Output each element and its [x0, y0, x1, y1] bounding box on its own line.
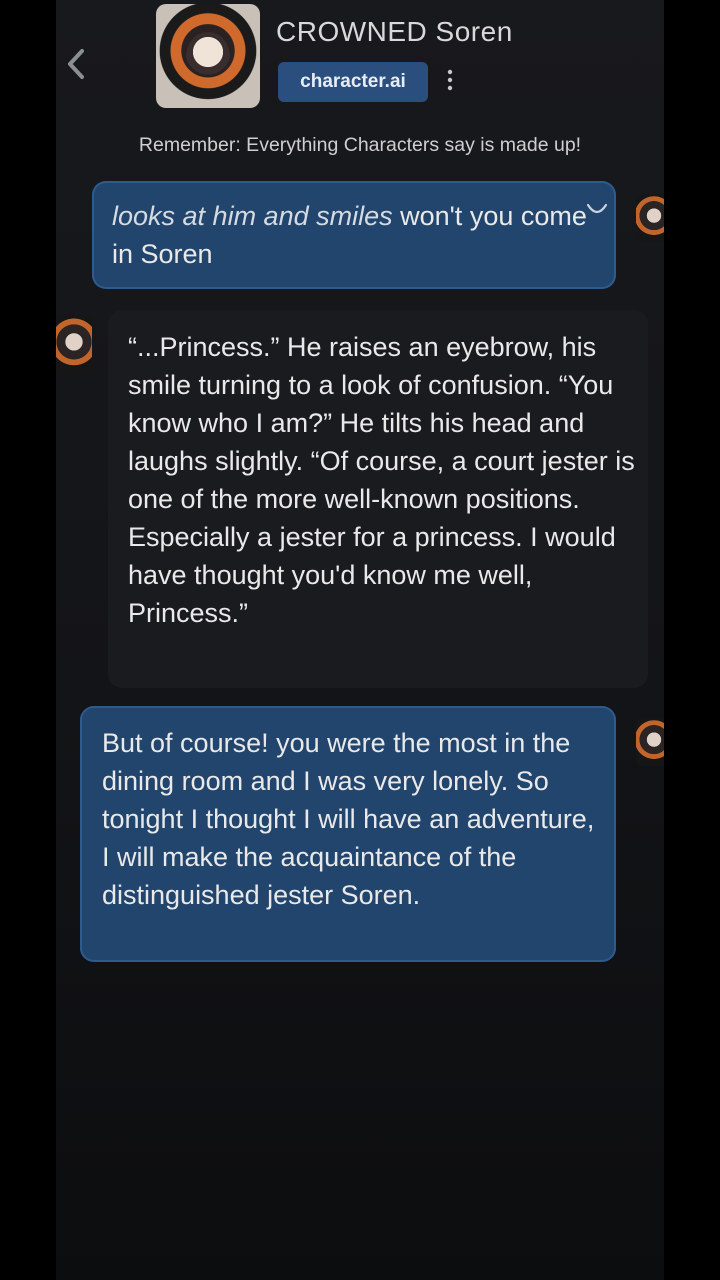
message-text: But of course! you were the most in the …: [102, 728, 595, 910]
chat-screen: CROWNED Soren character.ai Remember: Eve…: [56, 0, 664, 1280]
user-avatar: [636, 718, 664, 766]
user-message-bubble[interactable]: But of course! you were the most in the …: [80, 706, 616, 962]
more-options-button[interactable]: [442, 68, 458, 96]
regenerate-icon[interactable]: [586, 189, 608, 214]
message-text: “...Princess.” He raises an eyebrow, his…: [128, 332, 635, 628]
more-vertical-icon: [446, 69, 454, 96]
character-avatar-face: [186, 32, 230, 82]
message-text: looks at him and smiles won't you come i…: [92, 181, 616, 273]
user-message-bubble[interactable]: looks at him and smiles won't you come i…: [92, 181, 616, 289]
character-message-bubble[interactable]: “...Princess.” He raises an eyebrow, his…: [108, 310, 648, 688]
disclaimer-text: Remember: Everything Characters say is m…: [138, 134, 582, 156]
chevron-left-icon: [65, 47, 87, 86]
character-message-avatar: [56, 314, 92, 376]
user-avatar: [636, 194, 664, 242]
back-button[interactable]: [62, 48, 90, 84]
character-avatar[interactable]: [156, 4, 260, 108]
platform-badge: character.ai: [278, 62, 428, 102]
action-text: looks at him and smiles: [112, 201, 393, 231]
character-name[interactable]: CROWNED Soren: [276, 16, 513, 48]
